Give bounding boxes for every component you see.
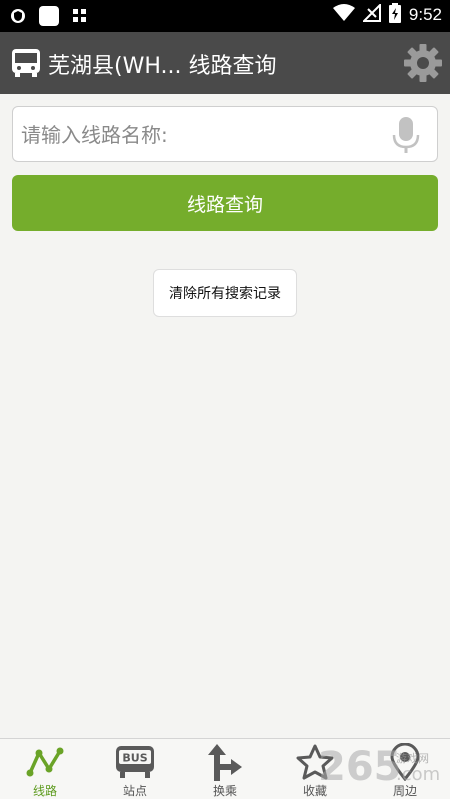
route-query-button[interactable]: 线路查询 <box>12 175 438 231</box>
route-line-icon <box>25 743 65 781</box>
nav-label-station: 站点 <box>122 784 147 798</box>
shield-icon <box>10 8 26 28</box>
transfer-arrow-icon <box>205 743 245 781</box>
nav-item-favorites[interactable]: 收藏 <box>270 739 360 799</box>
nav-item-transfer[interactable]: 换乘 <box>180 739 270 799</box>
route-search-input[interactable] <box>21 115 381 155</box>
gear-icon[interactable] <box>402 42 444 88</box>
nav-item-station[interactable]: BUS 站点 <box>90 739 180 799</box>
nav-label-nearby: 周边 <box>392 784 417 798</box>
bus-icon <box>10 47 42 83</box>
nav-label-route: 线路 <box>32 784 57 798</box>
nav-item-nearby[interactable]: 周边 <box>360 739 450 799</box>
no-signal-icon <box>361 2 381 26</box>
status-bar: 9:52 <box>0 0 450 32</box>
grid-app-icon <box>72 8 88 28</box>
wifi-icon <box>332 4 355 26</box>
bus-stop-icon: BUS <box>114 743 156 781</box>
star-icon <box>296 743 334 781</box>
search-box <box>12 106 438 162</box>
location-pin-icon <box>388 743 422 781</box>
nav-item-route[interactable]: 线路 <box>0 739 90 799</box>
microphone-icon[interactable] <box>391 115 421 159</box>
app-bar: 芜湖县(WH... 线路查询 <box>0 32 450 94</box>
svg-text:BUS: BUS <box>122 752 147 765</box>
page-title: 芜湖县(WH... 线路查询 <box>48 54 277 79</box>
bottom-nav: 线路 BUS 站点 换乘 收藏 周边 <box>0 738 450 799</box>
clear-history-button[interactable]: 清除所有搜索记录 <box>153 269 297 317</box>
nav-label-favorites: 收藏 <box>302 784 327 798</box>
battery-charging-icon <box>388 3 401 27</box>
app-notification-icon <box>38 5 60 31</box>
nav-label-transfer: 换乘 <box>212 784 237 798</box>
status-time: 9:52 <box>408 5 442 24</box>
